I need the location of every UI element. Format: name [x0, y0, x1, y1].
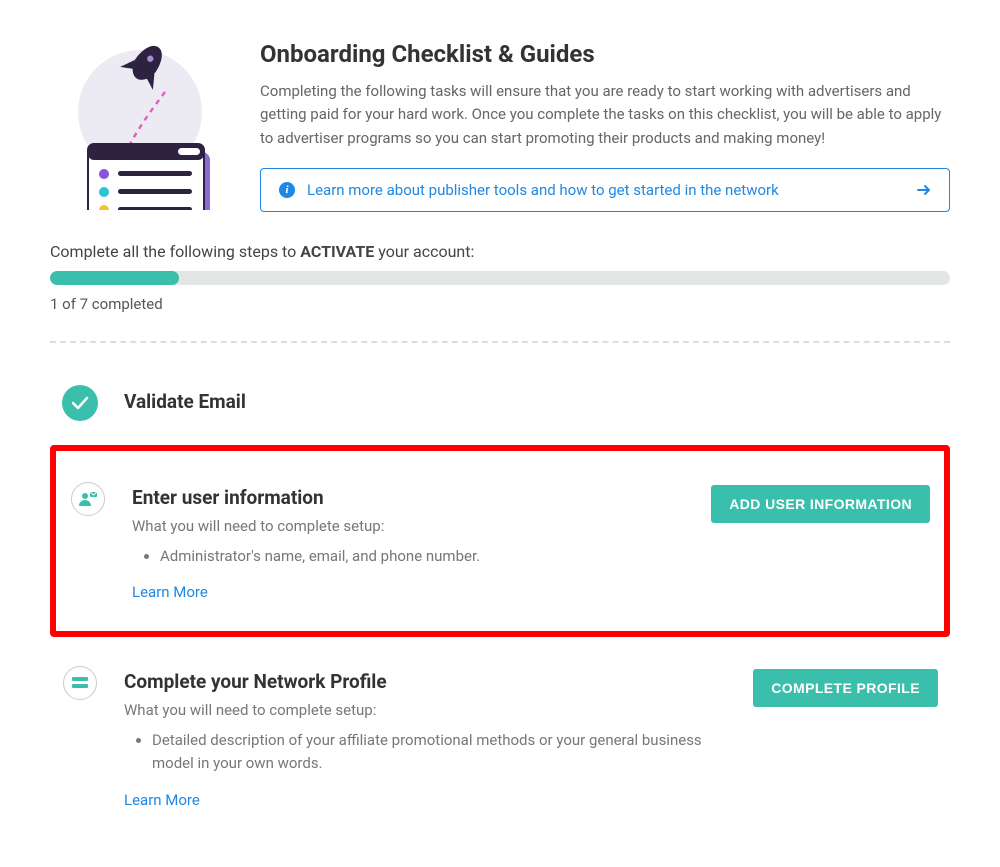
onboarding-illustration	[50, 40, 230, 210]
page-description: Completing the following tasks will ensu…	[260, 80, 950, 150]
step-title: Enter user information	[132, 486, 685, 509]
complete-profile-button[interactable]: COMPLETE PROFILE	[753, 669, 938, 707]
activate-instructions: Complete all the following steps to ACTI…	[50, 242, 950, 261]
progress-label: 1 of 7 completed	[50, 295, 950, 313]
section-divider	[50, 341, 950, 343]
learn-more-banner-text: Learn more about publisher tools and how…	[307, 181, 779, 199]
requirement-item: Detailed description of your affiliate p…	[152, 729, 727, 776]
profile-icon	[63, 666, 97, 700]
step-subtitle: What you will need to complete setup:	[132, 517, 685, 535]
learn-more-link[interactable]: Learn More	[132, 583, 208, 601]
step-title: Validate Email	[124, 390, 938, 413]
check-icon	[62, 385, 98, 421]
info-icon: i	[279, 182, 295, 198]
step-requirements: Detailed description of your affiliate p…	[124, 729, 727, 776]
step-enter-user-info: Enter user information What you will nee…	[50, 445, 950, 637]
progress-fill	[50, 271, 179, 285]
progress-bar	[50, 271, 950, 285]
onboarding-header: Onboarding Checklist & Guides Completing…	[50, 40, 950, 212]
step-title: Complete your Network Profile	[124, 670, 727, 693]
step-validate-email: Validate Email	[50, 367, 950, 439]
page-title: Onboarding Checklist & Guides	[260, 40, 950, 68]
requirement-item: Administrator's name, email, and phone n…	[160, 545, 685, 568]
step-complete-network-profile: Complete your Network Profile What you w…	[50, 647, 950, 827]
arrow-right-icon	[917, 184, 931, 196]
learn-more-banner[interactable]: i Learn more about publisher tools and h…	[260, 168, 950, 212]
step-requirements: Administrator's name, email, and phone n…	[132, 545, 685, 568]
learn-more-link[interactable]: Learn More	[124, 791, 200, 809]
step-subtitle: What you will need to complete setup:	[124, 701, 727, 719]
add-user-information-button[interactable]: ADD USER INFORMATION	[711, 485, 930, 523]
user-info-icon	[71, 482, 105, 516]
